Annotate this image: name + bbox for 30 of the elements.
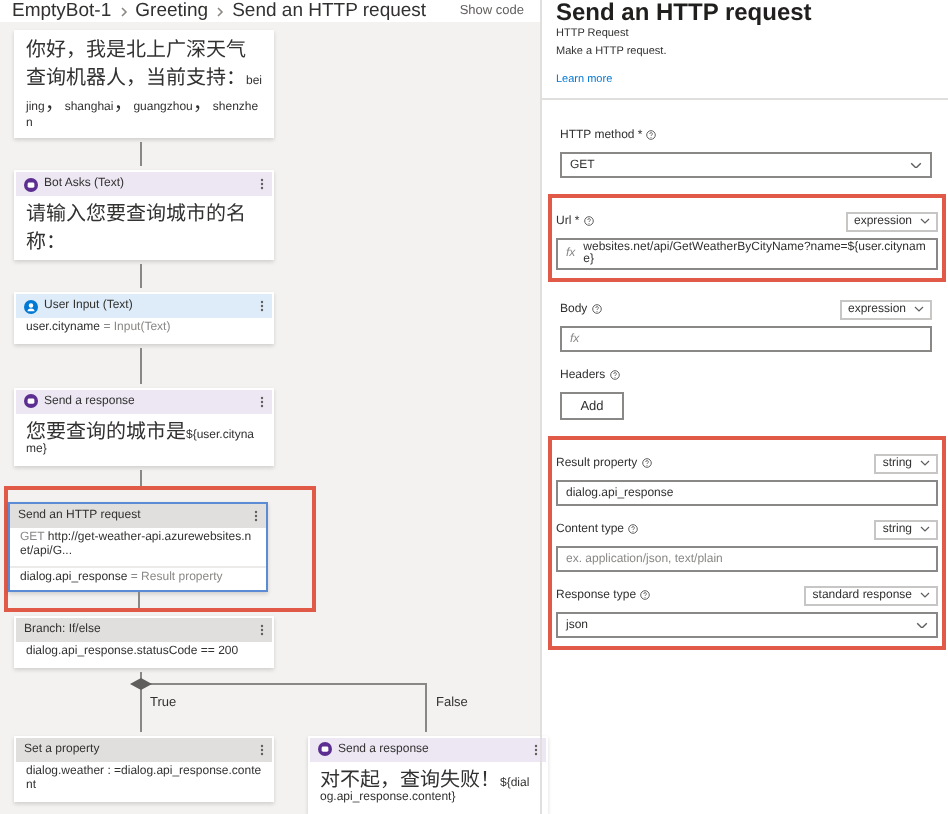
- help-icon: [640, 590, 651, 600]
- chevron-down-icon: [920, 218, 930, 224]
- panel-title: Send an HTTP request: [556, 0, 814, 26]
- chevron-down-icon: [914, 306, 924, 312]
- user-icon: [24, 299, 38, 313]
- chevron-right-icon: [119, 5, 128, 17]
- connector-line: [137, 592, 139, 608]
- connector-line: [139, 469, 141, 485]
- bot-icon: [24, 394, 38, 408]
- breadcrumb-item[interactable]: Greeting: [135, 0, 209, 22]
- help-icon: [583, 216, 594, 226]
- connector-line: [139, 142, 141, 166]
- chevron-down-icon: [910, 161, 922, 169]
- chevron-down-icon: [920, 460, 930, 466]
- chevron-down-icon: [916, 621, 928, 629]
- connector-line: [139, 347, 141, 383]
- chevron-down-icon: [920, 592, 930, 598]
- bot-icon: [318, 742, 332, 756]
- help-icon: [646, 130, 657, 140]
- chevron-right-icon: [216, 5, 225, 17]
- help-icon: [628, 524, 639, 534]
- breadcrumb-item[interactable]: EmptyBot-1: [12, 0, 112, 22]
- help-icon: [591, 304, 602, 314]
- node-text: 请输入您要查询城市的名称：: [24, 196, 248, 257]
- connector-line: [139, 264, 141, 288]
- breadcrumb-item[interactable]: Send an HTTP request: [232, 0, 427, 22]
- bot-icon: [24, 177, 38, 191]
- help-icon: [641, 458, 652, 468]
- help-icon: [609, 370, 620, 380]
- chevron-down-icon: [920, 526, 930, 532]
